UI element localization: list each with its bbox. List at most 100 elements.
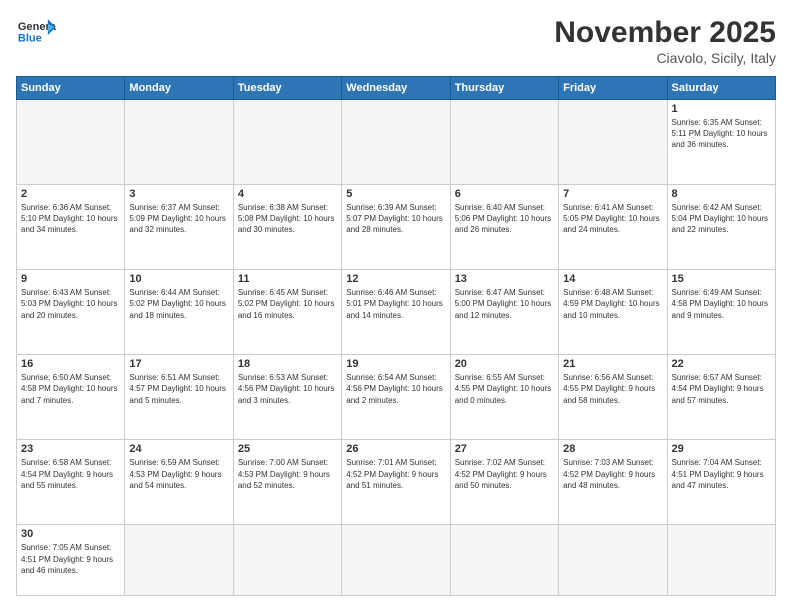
calendar-cell: 30 Sunrise: 7:05 AM Sunset: 4:51 PM Dayli… [17,525,125,596]
day-number: 17 [129,358,228,370]
day-info: Sunrise: 7:03 AM Sunset: 4:52 PM Dayligh… [563,457,662,491]
calendar-week-row: 30 Sunrise: 7:05 AM Sunset: 4:51 PM Dayli… [17,525,776,596]
day-number: 2 [21,188,120,200]
calendar-cell: 4 Sunrise: 6:38 AM Sunset: 5:08 PM Daylig… [233,185,341,270]
day-info: Sunrise: 6:44 AM Sunset: 5:02 PM Dayligh… [129,287,228,321]
calendar-cell: 19 Sunrise: 6:54 AM Sunset: 4:56 PM Dayli… [342,355,450,440]
day-number: 12 [346,273,445,285]
header: General Blue November 2025 Ciavolo, Sici… [16,16,776,66]
calendar-cell: 6 Sunrise: 6:40 AM Sunset: 5:06 PM Daylig… [450,185,558,270]
day-number: 15 [672,273,771,285]
calendar-cell: 18 Sunrise: 6:53 AM Sunset: 4:56 PM Dayli… [233,355,341,440]
title-area: November 2025 Ciavolo, Sicily, Italy [554,16,776,66]
svg-text:Blue: Blue [18,32,42,44]
calendar-cell [125,100,233,185]
day-number: 19 [346,358,445,370]
day-info: Sunrise: 6:58 AM Sunset: 4:54 PM Dayligh… [21,457,120,491]
day-number: 1 [672,103,771,115]
calendar-cell: 13Sunrise: 6:47 AM Sunset: 5:00 PM Dayli… [450,270,558,355]
calendar-cell: 8Sunrise: 6:42 AM Sunset: 5:04 PM Daylig… [667,185,775,270]
day-info: Sunrise: 6:45 AM Sunset: 5:02 PM Dayligh… [238,287,337,321]
day-number: 22 [672,358,771,370]
day-number: 6 [455,188,554,200]
day-number: 28 [563,443,662,455]
day-number: 16 [21,358,120,370]
calendar-week-row: 16 Sunrise: 6:50 AM Sunset: 4:58 PM Dayli… [17,355,776,440]
calendar-cell: 21 Sunrise: 6:56 AM Sunset: 4:55 PM Dayli… [559,355,667,440]
day-info: Sunrise: 6:43 AM Sunset: 5:03 PM Dayligh… [21,287,120,321]
day-number: 20 [455,358,554,370]
calendar-day-header: Monday [125,77,233,100]
day-number: 4 [238,188,337,200]
day-number: 23 [21,443,120,455]
day-info: Sunrise: 6:54 AM Sunset: 4:56 PM Dayligh… [346,372,445,406]
day-info: Sunrise: 6:59 AM Sunset: 4:53 PM Dayligh… [129,457,228,491]
calendar-day-header: Friday [559,77,667,100]
calendar-day-header: Wednesday [342,77,450,100]
calendar-cell: 26Sunrise: 7:01 AM Sunset: 4:52 PM Dayli… [342,440,450,525]
day-number: 30 [21,528,120,540]
location: Ciavolo, Sicily, Italy [554,50,776,66]
day-info: Sunrise: 7:00 AM Sunset: 4:53 PM Dayligh… [238,457,337,491]
day-number: 26 [346,443,445,455]
calendar-cell [559,525,667,596]
day-info: Sunrise: 6:46 AM Sunset: 5:01 PM Dayligh… [346,287,445,321]
calendar-cell: 23 Sunrise: 6:58 AM Sunset: 4:54 PM Dayli… [17,440,125,525]
calendar-header-row: SundayMondayTuesdayWednesdayThursdayFrid… [17,77,776,100]
day-info: Sunrise: 7:05 AM Sunset: 4:51 PM Dayligh… [21,542,120,576]
calendar-cell: 5Sunrise: 6:39 AM Sunset: 5:07 PM Daylig… [342,185,450,270]
calendar-cell: 24 Sunrise: 6:59 AM Sunset: 4:53 PM Dayli… [125,440,233,525]
day-info: Sunrise: 6:55 AM Sunset: 4:55 PM Dayligh… [455,372,554,406]
day-number: 10 [129,273,228,285]
page: General Blue November 2025 Ciavolo, Sici… [0,0,792,612]
day-info: Sunrise: 6:38 AM Sunset: 5:08 PM Dayligh… [238,202,337,236]
calendar-cell: 17 Sunrise: 6:51 AM Sunset: 4:57 PM Dayli… [125,355,233,440]
day-info: Sunrise: 6:53 AM Sunset: 4:56 PM Dayligh… [238,372,337,406]
day-number: 24 [129,443,228,455]
day-info: Sunrise: 7:02 AM Sunset: 4:52 PM Dayligh… [455,457,554,491]
calendar-cell [342,525,450,596]
calendar-cell [667,525,775,596]
day-number: 9 [21,273,120,285]
day-info: Sunrise: 6:37 AM Sunset: 5:09 PM Dayligh… [129,202,228,236]
calendar-week-row: 1Sunrise: 6:35 AM Sunset: 5:11 PM Daylig… [17,100,776,185]
day-info: Sunrise: 7:04 AM Sunset: 4:51 PM Dayligh… [672,457,771,491]
calendar-cell [233,525,341,596]
calendar-cell: 29 Sunrise: 7:04 AM Sunset: 4:51 PM Dayli… [667,440,775,525]
calendar-cell: 9 Sunrise: 6:43 AM Sunset: 5:03 PM Daylig… [17,270,125,355]
calendar-cell: 25 Sunrise: 7:00 AM Sunset: 4:53 PM Dayli… [233,440,341,525]
day-number: 8 [672,188,771,200]
calendar-day-header: Tuesday [233,77,341,100]
day-info: Sunrise: 6:48 AM Sunset: 4:59 PM Dayligh… [563,287,662,321]
calendar-week-row: 9 Sunrise: 6:43 AM Sunset: 5:03 PM Daylig… [17,270,776,355]
calendar-cell: 28 Sunrise: 7:03 AM Sunset: 4:52 PM Dayli… [559,440,667,525]
calendar-week-row: 23 Sunrise: 6:58 AM Sunset: 4:54 PM Dayli… [17,440,776,525]
calendar-cell: 12 Sunrise: 6:46 AM Sunset: 5:01 PM Dayli… [342,270,450,355]
calendar-cell: 1Sunrise: 6:35 AM Sunset: 5:11 PM Daylig… [667,100,775,185]
day-info: Sunrise: 6:51 AM Sunset: 4:57 PM Dayligh… [129,372,228,406]
calendar-cell: 3Sunrise: 6:37 AM Sunset: 5:09 PM Daylig… [125,185,233,270]
day-number: 27 [455,443,554,455]
day-info: Sunrise: 6:56 AM Sunset: 4:55 PM Dayligh… [563,372,662,406]
calendar-cell: 11Sunrise: 6:45 AM Sunset: 5:02 PM Dayli… [233,270,341,355]
day-info: Sunrise: 6:50 AM Sunset: 4:58 PM Dayligh… [21,372,120,406]
day-number: 29 [672,443,771,455]
calendar-day-header: Thursday [450,77,558,100]
calendar-cell: 22 Sunrise: 6:57 AM Sunset: 4:54 PM Dayli… [667,355,775,440]
day-info: Sunrise: 6:57 AM Sunset: 4:54 PM Dayligh… [672,372,771,406]
day-info: Sunrise: 6:40 AM Sunset: 5:06 PM Dayligh… [455,202,554,236]
month-title: November 2025 [554,16,776,50]
day-number: 25 [238,443,337,455]
day-number: 21 [563,358,662,370]
calendar-cell: 14 Sunrise: 6:48 AM Sunset: 4:59 PM Dayli… [559,270,667,355]
day-info: Sunrise: 6:36 AM Sunset: 5:10 PM Dayligh… [21,202,120,236]
calendar-cell [450,525,558,596]
day-number: 14 [563,273,662,285]
calendar-week-row: 2 Sunrise: 6:36 AM Sunset: 5:10 PM Daylig… [17,185,776,270]
day-number: 18 [238,358,337,370]
calendar-cell [450,100,558,185]
calendar-cell: 16 Sunrise: 6:50 AM Sunset: 4:58 PM Dayli… [17,355,125,440]
day-info: Sunrise: 6:39 AM Sunset: 5:07 PM Dayligh… [346,202,445,236]
calendar-cell: 20 Sunrise: 6:55 AM Sunset: 4:55 PM Dayli… [450,355,558,440]
day-number: 7 [563,188,662,200]
